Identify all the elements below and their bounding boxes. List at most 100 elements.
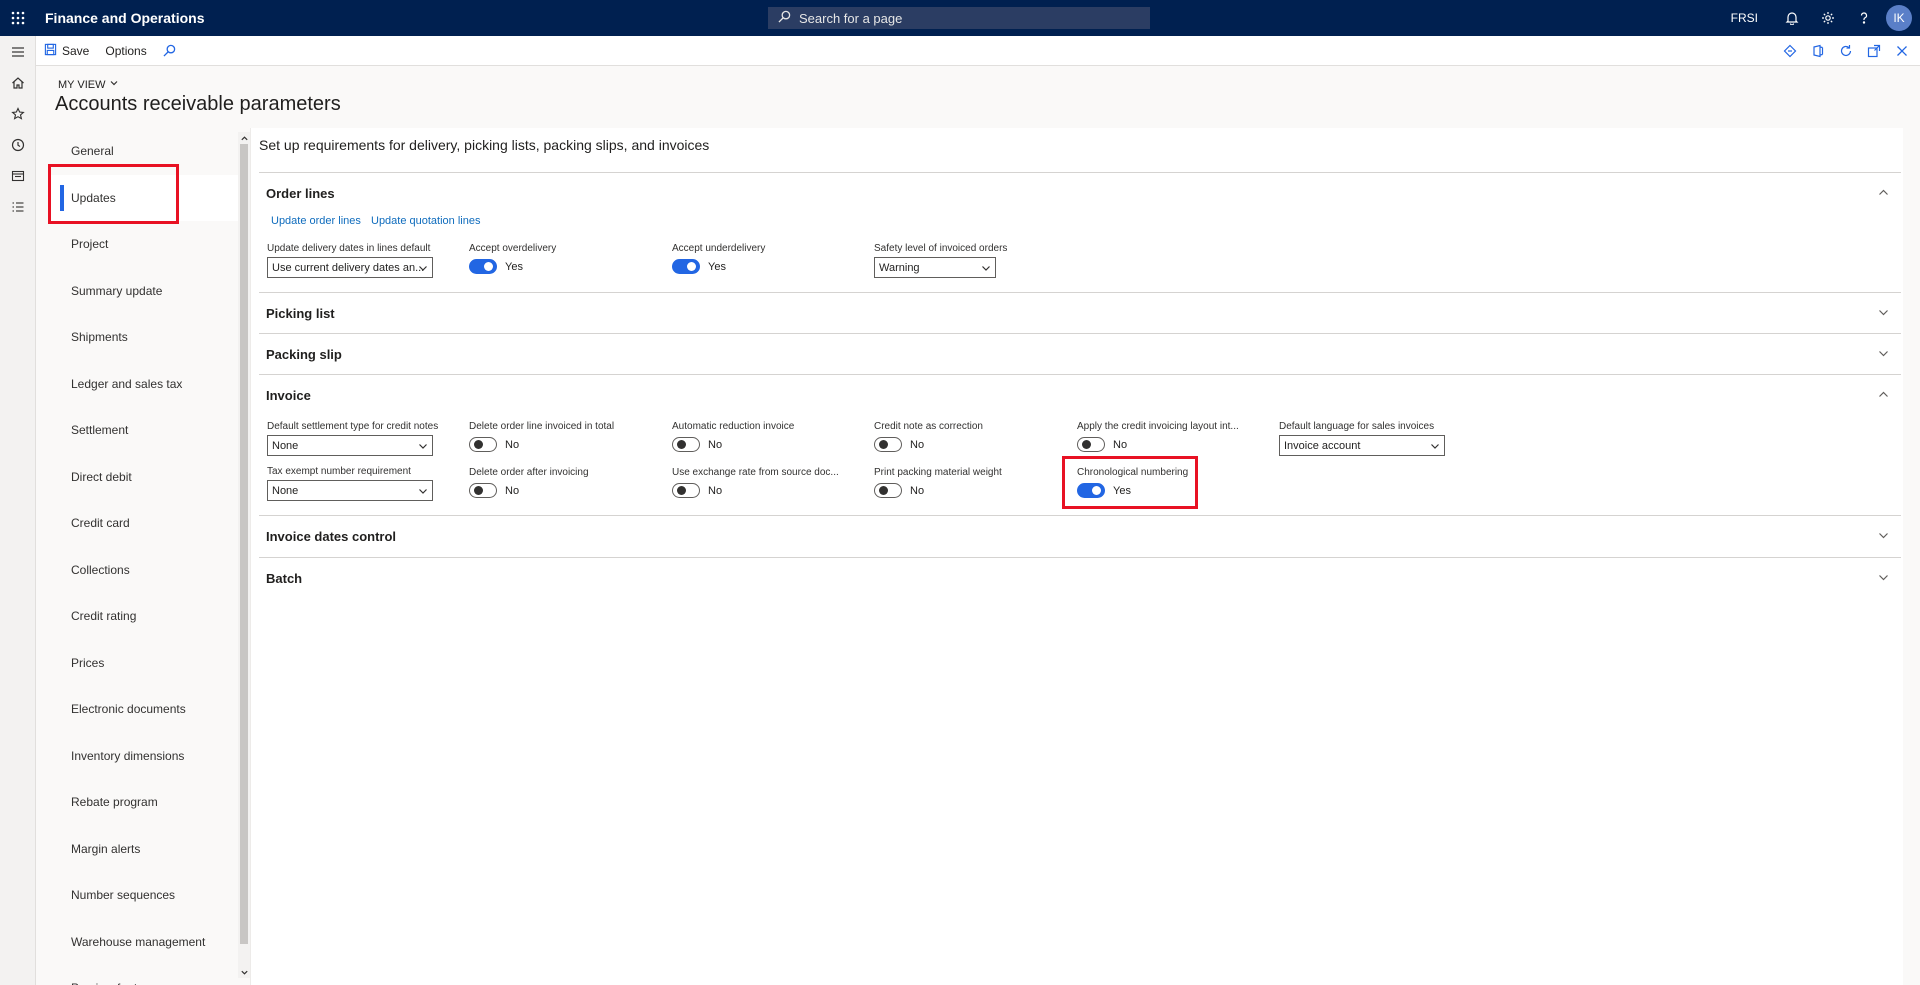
tab-warehouse-management[interactable]: Warehouse management [48, 919, 238, 966]
options-button[interactable]: Options [97, 36, 154, 66]
my-view-label: MY VIEW [58, 78, 106, 91]
update-delivery-dates-select[interactable]: Use current delivery dates an... [267, 257, 433, 278]
fasttab-invoice-header[interactable]: Invoice [259, 375, 1901, 415]
field-label: Credit note as correction [874, 421, 983, 432]
modules-icon[interactable] [0, 191, 36, 222]
home-icon[interactable] [0, 67, 36, 98]
print-packing-weight-toggle[interactable] [874, 483, 902, 498]
chevron-down-icon [1879, 575, 1888, 581]
tab-direct-debit[interactable]: Direct debit [48, 454, 238, 501]
use-exchange-rate-toggle[interactable] [672, 483, 700, 498]
close-icon[interactable] [1888, 36, 1916, 66]
section-description: Set up requirements for delivery, pickin… [259, 137, 710, 153]
fasttab-title: Batch [266, 570, 303, 586]
fasttab-title: Picking list [266, 305, 335, 321]
scroll-down-icon[interactable] [238, 966, 250, 978]
accept-underdelivery-toggle[interactable] [672, 259, 700, 274]
company-picker[interactable]: FRSI [1731, 11, 1758, 25]
hamburger-menu-icon[interactable] [0, 36, 36, 67]
scrollbar-thumb[interactable] [240, 144, 248, 944]
refresh-icon[interactable] [1832, 36, 1860, 66]
fasttab-title: Order lines [266, 185, 335, 201]
tab-inventory-dimensions[interactable]: Inventory dimensions [48, 733, 238, 780]
tab-preview-features[interactable]: Preview features [48, 965, 238, 985]
use-exchange-rate-field: Use exchange rate from source doc... No [672, 467, 839, 498]
field-label: Delete order line invoiced in total [469, 421, 615, 432]
fasttab-packing-slip-header[interactable]: Packing slip [259, 334, 1901, 374]
fasttab-packing-slip: Packing slip [259, 333, 1901, 374]
toggle-value: No [1113, 438, 1128, 451]
default-language-select[interactable]: Invoice account [1279, 435, 1445, 456]
search-box[interactable]: Search for a page [768, 7, 1150, 29]
tax-exempt-select[interactable]: None [267, 480, 433, 501]
automatic-reduction-toggle[interactable] [672, 437, 700, 452]
vertical-tabs: General Updates Project Summary update S… [48, 128, 238, 985]
field-label: Tax exempt number requirement [267, 466, 411, 477]
apply-credit-layout-field: Apply the credit invoicing layout int...… [1077, 421, 1239, 452]
tab-shipments[interactable]: Shipments [48, 314, 238, 361]
gear-icon[interactable] [1810, 0, 1846, 36]
tab-summary-update[interactable]: Summary update [48, 268, 238, 315]
safety-level-select[interactable]: Warning [874, 257, 996, 278]
field-label: Automatic reduction invoice [672, 421, 795, 432]
office-icon[interactable] [1804, 36, 1832, 66]
bell-icon[interactable] [1774, 0, 1810, 36]
chevron-up-icon [1879, 391, 1888, 397]
tab-prices[interactable]: Prices [48, 640, 238, 687]
save-button[interactable]: Save [36, 36, 97, 66]
highlight-box [48, 164, 179, 224]
fasttab-batch-header[interactable]: Batch [259, 558, 1901, 598]
update-delivery-dates-field: Update delivery dates in lines default U… [267, 243, 433, 278]
scroll-up-icon[interactable] [238, 132, 250, 144]
app-launcher-icon[interactable] [0, 0, 36, 36]
delete-order-after-toggle[interactable] [469, 483, 497, 498]
fasttab-title: Packing slip [266, 346, 342, 362]
find-icon[interactable] [155, 36, 189, 66]
star-icon[interactable] [0, 98, 36, 129]
chevron-down-icon [1879, 533, 1888, 539]
help-icon[interactable] [1846, 0, 1882, 36]
app-title: Finance and Operations [45, 10, 205, 26]
accept-overdelivery-toggle[interactable] [469, 259, 497, 274]
field-label: Update delivery dates in lines default [267, 243, 431, 254]
credit-note-correction-toggle[interactable] [874, 437, 902, 452]
tab-number-sequences[interactable]: Number sequences [48, 872, 238, 919]
tab-credit-card[interactable]: Credit card [48, 500, 238, 547]
credit-note-correction-field: Credit note as correction No [874, 421, 1034, 452]
delete-order-line-toggle[interactable] [469, 437, 497, 452]
select-value: Use current delivery dates an... [272, 261, 425, 274]
chevron-down-icon [419, 489, 427, 494]
delete-order-after-field: Delete order after invoicing No [469, 467, 629, 498]
save-icon [44, 43, 62, 59]
clock-icon[interactable] [0, 129, 36, 160]
fasttab-invoice-dates-control-header[interactable]: Invoice dates control [259, 516, 1901, 556]
tab-credit-rating[interactable]: Credit rating [48, 593, 238, 640]
tab-settlement[interactable]: Settlement [48, 407, 238, 454]
fasttab-order-lines-header[interactable]: Order lines [259, 173, 1901, 213]
default-settlement-type-select[interactable]: None [267, 435, 433, 456]
tab-electronic-documents[interactable]: Electronic documents [48, 686, 238, 733]
avatar[interactable]: IK [1886, 5, 1912, 31]
print-packing-weight-field: Print packing material weight No [874, 467, 1034, 498]
update-quotation-lines-link[interactable]: Update quotation lines [371, 215, 480, 227]
open-new-window-icon[interactable] [1860, 36, 1888, 66]
my-view-dropdown[interactable]: MY VIEW [58, 78, 119, 91]
search-placeholder: Search for a page [799, 10, 903, 26]
tab-project[interactable]: Project [48, 221, 238, 268]
tab-ledger-and-sales-tax[interactable]: Ledger and sales tax [48, 361, 238, 408]
apply-credit-layout-toggle[interactable] [1077, 437, 1105, 452]
power-apps-icon[interactable] [1776, 36, 1804, 66]
workspaces-icon[interactable] [0, 160, 36, 191]
chevron-down-icon [419, 266, 427, 271]
fasttab-picking-list-header[interactable]: Picking list [259, 293, 1901, 333]
tab-margin-alerts[interactable]: Margin alerts [48, 826, 238, 873]
tabs-scrollbar[interactable] [238, 132, 250, 978]
chevron-down-icon [982, 266, 990, 271]
toggle-value: No [505, 438, 520, 451]
select-value: Invoice account [1284, 439, 1361, 452]
toggle-value: Yes [708, 260, 726, 273]
update-order-lines-link[interactable]: Update order lines [271, 215, 361, 227]
toggle-value: No [708, 484, 723, 497]
tab-collections[interactable]: Collections [48, 547, 238, 594]
tab-rebate-program[interactable]: Rebate program [48, 779, 238, 826]
